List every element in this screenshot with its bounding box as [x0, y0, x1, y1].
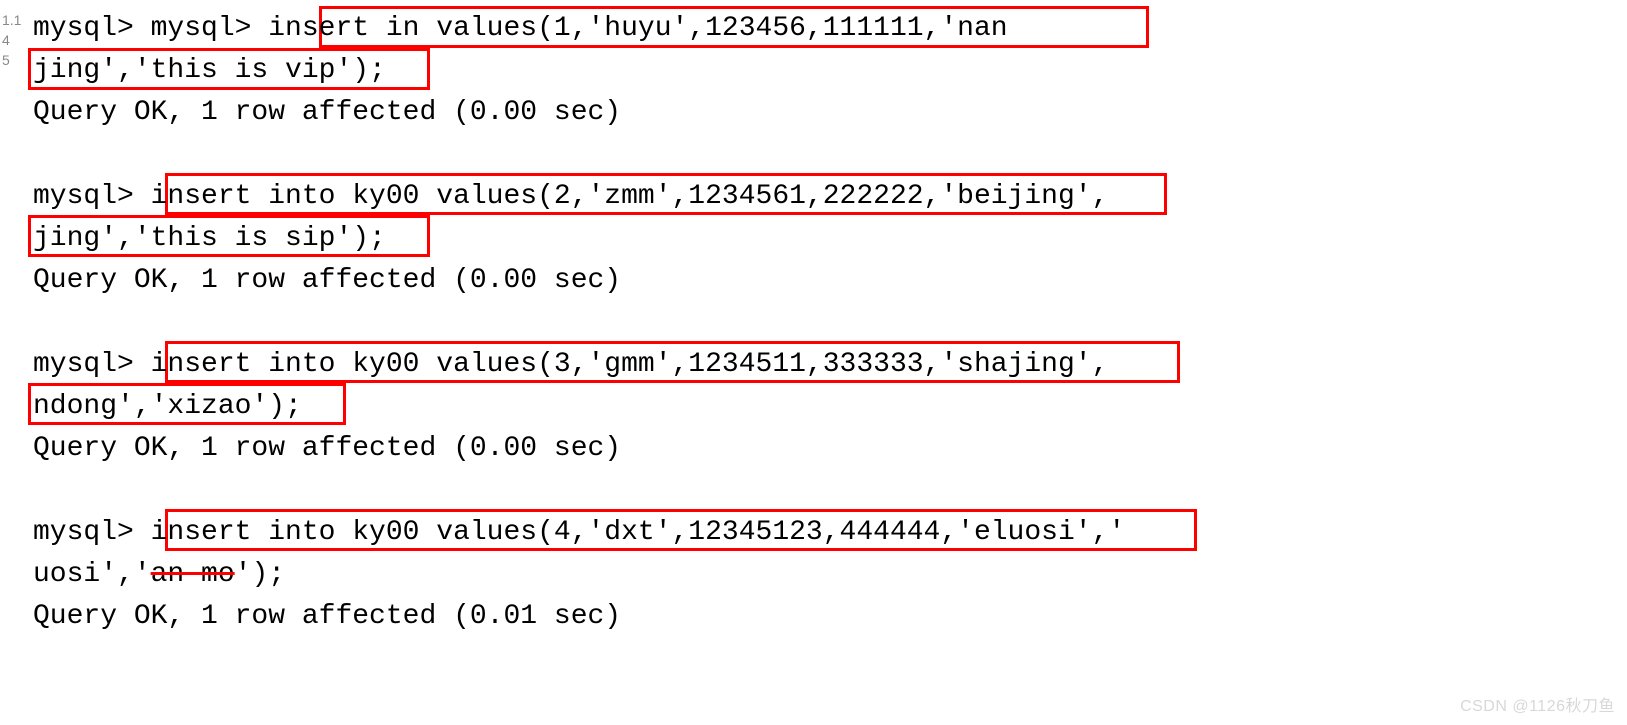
terminal-line: Query OK, 1 row affected (0.00 sec) [33, 428, 1617, 470]
line-number: 1.1 [2, 12, 21, 29]
terminal-line: mysql> insert into ky00 values(3,'gmm',1… [33, 344, 1617, 386]
struck-text: an mo [151, 559, 235, 590]
line-number-gutter: 1.1 4 5 [2, 12, 21, 71]
blank-line [33, 134, 1617, 176]
watermark: CSDN @1126秋刀鱼 [1460, 695, 1615, 719]
terminal-output: mysql> mysql> insert in values(1,'huyu',… [33, 8, 1617, 638]
terminal-line: mysql> insert into ky00 values(4,'dxt',1… [33, 512, 1617, 554]
line-number: 4 [2, 32, 21, 49]
terminal-line: Query OK, 1 row affected (0.00 sec) [33, 92, 1617, 134]
terminal-line: Query OK, 1 row affected (0.00 sec) [33, 260, 1617, 302]
terminal-line: mysql> insert into ky00 values(2,'zmm',1… [33, 176, 1617, 218]
terminal-line: ndong','xizao'); [33, 386, 1617, 428]
text-fragment: uosi',' [33, 559, 151, 590]
text-fragment: '); [235, 559, 285, 590]
line-number: 5 [2, 52, 21, 69]
blank-line [33, 470, 1617, 512]
terminal-line: Query OK, 1 row affected (0.01 sec) [33, 596, 1617, 638]
terminal-line: jing','this is vip'); [33, 50, 1617, 92]
terminal-line: uosi','an mo'); [33, 554, 1617, 596]
terminal-line: mysql> mysql> insert in values(1,'huyu',… [33, 8, 1617, 50]
terminal-line: jing','this is sip'); [33, 218, 1617, 260]
blank-line [33, 302, 1617, 344]
